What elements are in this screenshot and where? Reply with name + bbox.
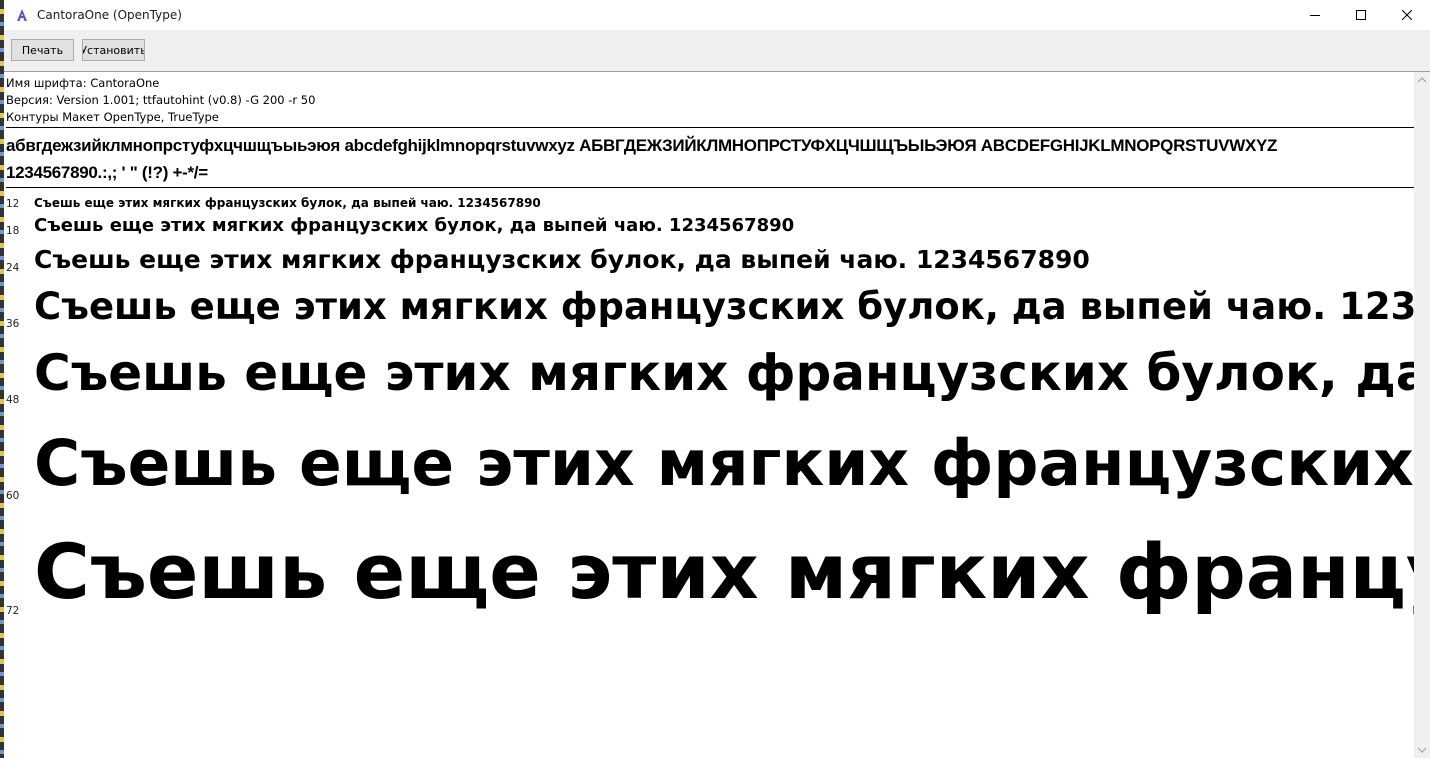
sample-text: Съешь еще этих мягких французских булок,… — [34, 344, 1414, 402]
font-preview-pane[interactable]: Имя шрифта: CantoraOne Версия: Version 1… — [4, 72, 1414, 758]
sample-row: 72 Съешь еще этих мягких французских бул… — [4, 527, 1414, 617]
minimize-icon — [1310, 15, 1320, 16]
window-title: CantoraOne (OpenType) — [37, 8, 182, 22]
glyph-line-symbols: 1234567890.:,; ' " (!?) +-*/= — [6, 163, 208, 182]
font-name-line: Имя шрифта: CantoraOne — [6, 76, 160, 90]
sample-row: 48 Съешь еще этих мягких французских бул… — [4, 344, 1414, 406]
sample-size-label: 18 — [6, 225, 20, 237]
minimize-button[interactable] — [1292, 0, 1338, 30]
close-button[interactable] — [1384, 0, 1430, 30]
sample-size-label: 36 — [6, 318, 20, 330]
sample-row: 24 Съешь еще этих мягких французских бул… — [4, 245, 1414, 274]
font-outlines-line: Контуры Макет OpenType, TrueType — [6, 110, 219, 124]
sample-size-label: 24 — [6, 262, 20, 274]
sample-row: 36 Съешь еще этих мягких французских бул… — [4, 285, 1414, 330]
scroll-up-icon — [1418, 77, 1426, 83]
font-info: Имя шрифта: CantoraOne Версия: Version 1… — [6, 75, 315, 126]
glyph-set: абвгдежзийклмнопрстуфхцчшщъыьэюя abcdefg… — [6, 132, 1411, 186]
scroll-down-icon — [1418, 747, 1426, 753]
separator — [6, 127, 1414, 128]
sample-row: 60 Съешь еще этих мягких французских бул… — [4, 427, 1414, 502]
print-button[interactable]: Печать — [11, 39, 74, 61]
sample-text: Съешь еще этих мягких французских булок,… — [34, 427, 1414, 500]
sample-text: Съешь еще этих мягких французских булок,… — [34, 196, 541, 210]
toolbar: Печать Установить — [4, 30, 1430, 72]
close-icon — [1402, 10, 1412, 20]
separator — [6, 187, 1414, 188]
font-app-icon — [14, 7, 30, 23]
sample-text: Съешь еще этих мягких французских булок,… — [34, 285, 1414, 328]
sample-row: 18 Съешь еще этих мягких французских бул… — [4, 215, 1414, 237]
sample-size-label: 72 — [6, 605, 20, 617]
sample-row: 12 Съешь еще этих мягких французских бул… — [4, 196, 1414, 210]
sample-size-label: 48 — [6, 394, 20, 406]
maximize-icon — [1356, 10, 1366, 20]
sample-text: Съешь еще этих мягких французских булок,… — [34, 527, 1414, 616]
vertical-scrollbar[interactable] — [1414, 72, 1430, 758]
scroll-up-button[interactable] — [1414, 72, 1430, 88]
maximize-button[interactable] — [1338, 0, 1384, 30]
sample-text: Съешь еще этих мягких французских булок,… — [34, 245, 1090, 274]
sample-size-label: 60 — [6, 490, 20, 502]
sample-text: Съешь еще этих мягких французских булок,… — [34, 215, 795, 236]
scroll-down-button[interactable] — [1414, 742, 1430, 758]
install-button[interactable]: Установить — [82, 39, 145, 61]
glyph-line-letters: абвгдежзийклмнопрстуфхцчшщъыьэюя abcdefg… — [6, 136, 1278, 155]
sample-size-label: 12 — [6, 198, 20, 210]
font-version-line: Версия: Version 1.001; ttfautohint (v0.8… — [6, 93, 316, 107]
title-bar[interactable]: CantoraOne (OpenType) — [4, 0, 1430, 30]
